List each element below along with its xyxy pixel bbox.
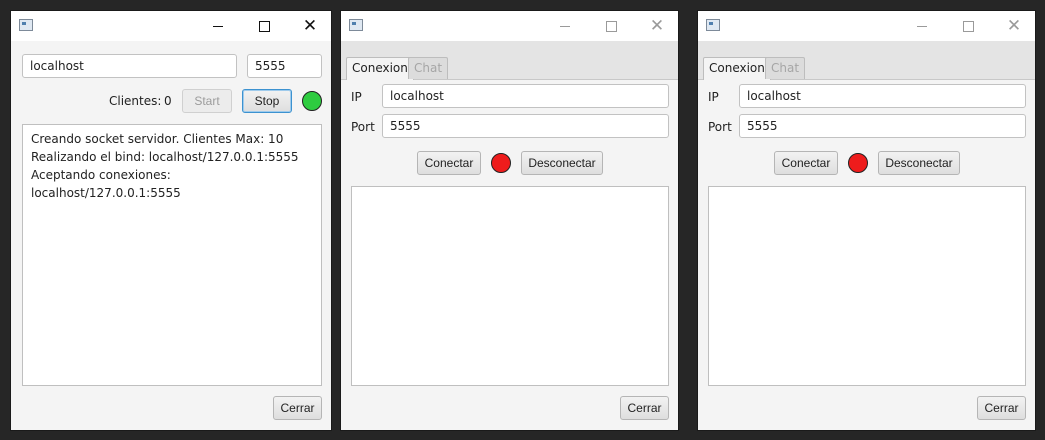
app-icon [706, 19, 720, 31]
clients-label: Clientes: [109, 94, 162, 108]
port-label: Port [351, 120, 375, 134]
port-input[interactable]: 5555 [382, 114, 669, 138]
tab-chat[interactable]: Chat [408, 57, 449, 79]
client-message-area[interactable] [351, 186, 669, 386]
log-line: Creando socket servidor. Clientes Max: 1… [31, 132, 284, 146]
client-1-tabbar: Conexion Chat [341, 41, 678, 80]
tab-chat[interactable]: Chat [765, 57, 806, 79]
close-window-button[interactable]: ✕ [634, 11, 680, 41]
server-window: ✕ localhost 5555 Clientes: 0 Start Stop … [10, 10, 332, 431]
server-titlebar: ✕ [11, 11, 331, 41]
connect-button[interactable]: Conectar [417, 151, 481, 175]
minimize-button[interactable] [195, 11, 241, 41]
connect-button[interactable]: Conectar [774, 151, 838, 175]
close-window-button[interactable]: ✕ [287, 11, 333, 41]
server-port-input[interactable]: 5555 [247, 54, 322, 78]
connection-status-indicator [848, 153, 868, 173]
start-button[interactable]: Start [182, 89, 232, 113]
maximize-button[interactable] [945, 11, 991, 41]
client-window-1: ✕ Conexion Chat IP localhost Port 5555 C… [340, 10, 679, 431]
connection-status-indicator [491, 153, 511, 173]
client-message-area[interactable] [708, 186, 1026, 386]
maximize-button[interactable] [588, 11, 634, 41]
minimize-button[interactable] [899, 11, 945, 41]
ip-input[interactable]: localhost [739, 84, 1026, 108]
server-close-button[interactable]: Cerrar [273, 396, 322, 420]
log-line: Realizando el bind: localhost/127.0.0.1:… [31, 150, 299, 164]
ip-input[interactable]: localhost [382, 84, 669, 108]
ip-label: IP [351, 90, 362, 104]
stop-button[interactable]: Stop [242, 89, 292, 113]
disconnect-button[interactable]: Desconectar [878, 151, 960, 175]
port-label: Port [708, 120, 732, 134]
app-icon [349, 19, 363, 31]
log-line: Aceptando conexiones: localhost/127.0.0.… [31, 168, 181, 200]
tab-conexion[interactable]: Conexion [346, 57, 414, 80]
client-close-button[interactable]: Cerrar [977, 396, 1026, 420]
client-close-button[interactable]: Cerrar [620, 396, 669, 420]
app-icon [19, 19, 33, 31]
clients-count: 0 [164, 94, 172, 108]
client-2-tabbar: Conexion Chat [698, 41, 1035, 80]
server-status-indicator [302, 91, 322, 111]
client-1-titlebar: ✕ [341, 11, 678, 41]
server-log-area[interactable]: Creando socket servidor. Clientes Max: 1… [22, 124, 322, 386]
tab-conexion[interactable]: Conexion [703, 57, 771, 80]
close-window-button[interactable]: ✕ [991, 11, 1037, 41]
minimize-button[interactable] [542, 11, 588, 41]
ip-label: IP [708, 90, 719, 104]
client-window-2: ✕ Conexion Chat IP localhost Port 5555 C… [697, 10, 1036, 431]
maximize-button[interactable] [241, 11, 287, 41]
port-input[interactable]: 5555 [739, 114, 1026, 138]
disconnect-button[interactable]: Desconectar [521, 151, 603, 175]
server-host-input[interactable]: localhost [22, 54, 237, 78]
client-2-titlebar: ✕ [698, 11, 1035, 41]
